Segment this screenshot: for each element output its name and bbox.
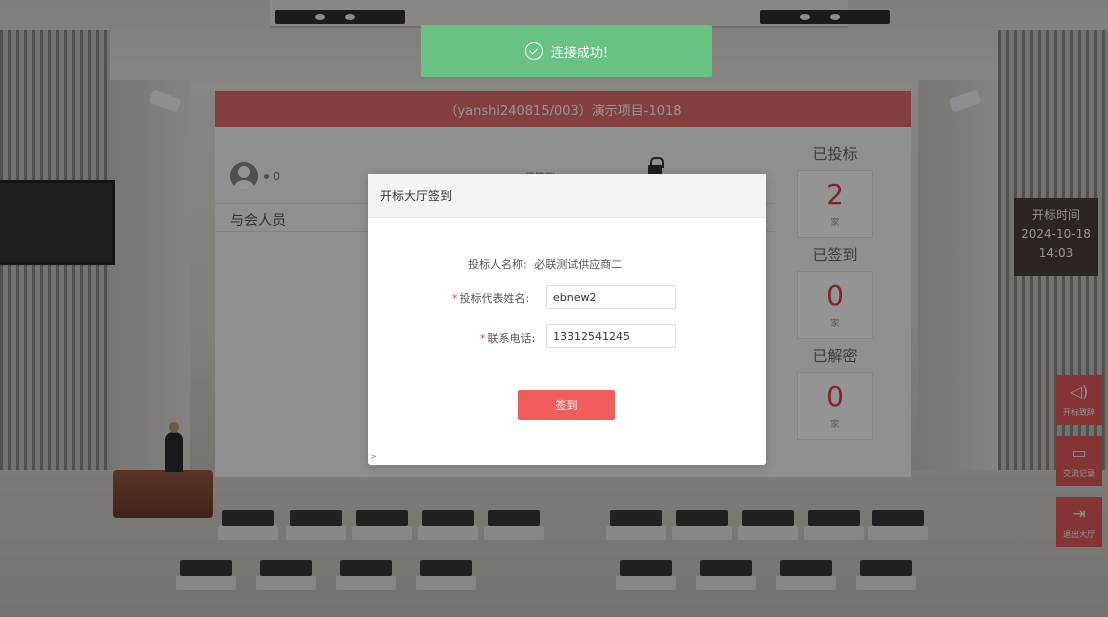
phone-input[interactable] — [546, 324, 676, 348]
required-mark: * — [452, 292, 458, 305]
phone-row: * 联系电话: — [480, 330, 535, 346]
dialog-header: 开标大厅签到 — [368, 174, 766, 218]
dialog-title: 开标大厅签到 — [380, 189, 453, 203]
rep-name-label: 投标代表姓名: — [459, 292, 530, 305]
required-mark: * — [480, 332, 486, 345]
signin-dialog: 开标大厅签到 投标人名称: 必联测试供应商二 *投标代表姓名: *联系电话: 签… — [368, 174, 766, 465]
toast-text: 连接成功! — [550, 45, 609, 61]
phone-label: 联系电话: — [487, 332, 536, 345]
caret-text: > — [370, 452, 377, 461]
bidder-value: 必联测试供应商二 — [534, 258, 623, 271]
check-circle-icon — [524, 42, 543, 60]
bidder-label: 投标人名称: — [468, 258, 527, 271]
bidder-row: 投标人名称: 必联测试供应商二 — [468, 256, 622, 272]
rep-name-row: * 投标代表姓名: — [452, 290, 529, 306]
success-toast: 连接成功! — [421, 25, 712, 77]
signin-button[interactable]: 签到 — [518, 390, 615, 420]
rep-name-input[interactable] — [546, 285, 676, 309]
